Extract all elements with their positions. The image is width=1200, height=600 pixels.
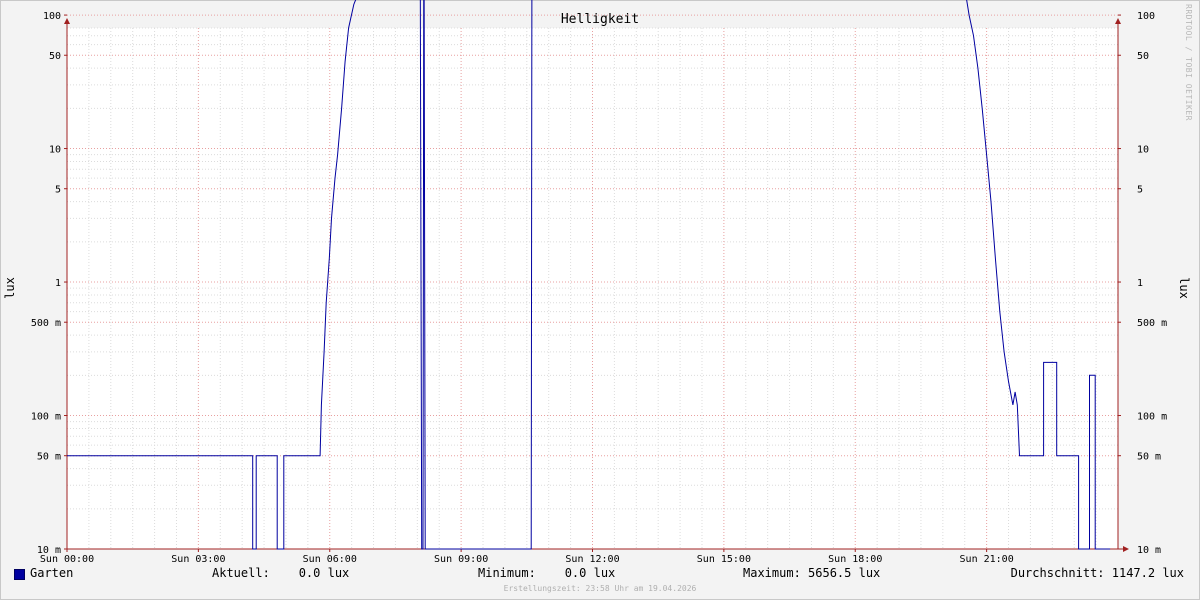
legend-current: Aktuell: 0.0 lux — [212, 566, 350, 580]
legend-maximum: Maximum: 5656.5 lux — [743, 566, 881, 580]
x-tick-label: Sun 09:00 — [434, 554, 488, 565]
y-tick-label-left: 5 — [55, 185, 61, 196]
x-axis-arrow — [1123, 546, 1129, 552]
x-tick-label: Sun 18:00 — [828, 554, 882, 565]
y-tick-label-right: 5 — [1137, 185, 1143, 196]
legend-series-name: Garten — [30, 566, 74, 580]
y-tick-label-left: 100 — [43, 11, 61, 22]
y-tick-label-right: 10 m — [1137, 545, 1161, 556]
chart-title: Helligkeit — [561, 12, 639, 27]
y-tick-label-left: 100 m — [31, 412, 61, 423]
rrdtool-watermark: RRDTOOL / TOBI OETIKER — [1184, 4, 1193, 121]
y-tick-label-left: 10 m — [37, 545, 61, 556]
y-tick-label-right: 100 — [1137, 11, 1155, 22]
y-tick-label-left: 1 — [55, 278, 61, 289]
legend: Garten Aktuell: 0.0 lux Minimum: 0.0 lux… — [0, 566, 1200, 586]
y-axis-arrow-right — [1115, 18, 1121, 24]
y-tick-label-right: 1 — [1137, 278, 1143, 289]
x-tick-label: Sun 15:00 — [697, 554, 751, 565]
y-tick-label-left: 50 — [49, 51, 61, 62]
y-axis-label-left: lux — [3, 277, 17, 299]
y-tick-label-right: 100 m — [1137, 412, 1167, 423]
brightness-chart: Sun 00:00 Sun 03:00 Sun 06:00 Sun 09:00 Sun … — [3, 0, 1191, 565]
creation-time: Erstellungszeit: 23:58 Uhr am 19.04.2026 — [503, 584, 697, 593]
y-tick-label-left: 10 — [49, 145, 61, 156]
y-tick-label-right: 10 — [1137, 145, 1149, 156]
legend-minimum: Minimum: 0.0 lux — [478, 566, 616, 580]
legend-swatch-garten — [14, 569, 25, 580]
y-tick-label-right: 500 m — [1137, 318, 1167, 329]
x-tick-label: Sun 06:00 — [303, 554, 357, 565]
legend-average: Durchschnitt: 1147.2 lux — [1010, 566, 1184, 580]
y-tick-label-left: 50 m — [37, 452, 61, 463]
y-tick-label-right: 50 m — [1137, 452, 1161, 463]
y-tick-label-right: 50 — [1137, 51, 1149, 62]
y-axis-label-right: lux — [1177, 277, 1191, 299]
x-tick-label: Sun 21:00 — [960, 554, 1014, 565]
y-tick-label-left: 500 m — [31, 318, 61, 329]
y-axis-arrow-left — [64, 18, 70, 24]
x-tick-label: Sun 03:00 — [171, 554, 225, 565]
x-tick-label: Sun 12:00 — [565, 554, 619, 565]
